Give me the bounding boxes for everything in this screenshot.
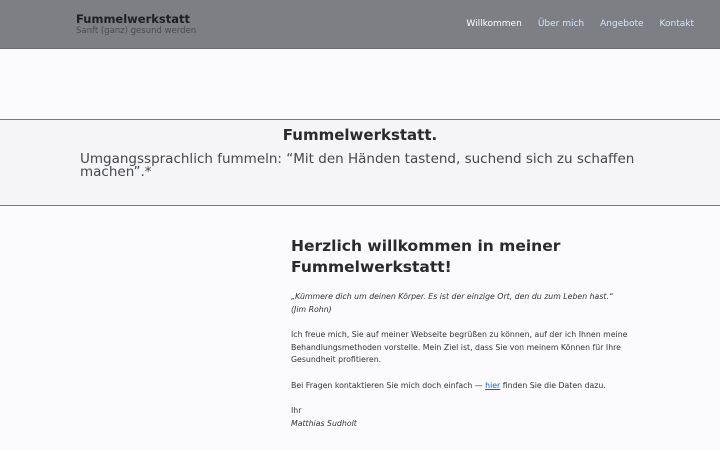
quote-text: „Kümmere dich um deinen Körper. Es ist d… xyxy=(291,292,613,301)
nav-item-ueber-mich[interactable]: Über mich xyxy=(538,19,584,29)
site-header: Fummelwerkstatt Sanft (ganz) gesund werd… xyxy=(0,0,720,49)
page-heading: Herzlich willkommen in meiner Fummelwerk… xyxy=(291,237,561,276)
quote: „Kümmere dich um deinen Körper. Es ist d… xyxy=(291,291,651,316)
contact-text-before: Bei Fragen kontaktieren Sie mich doch ei… xyxy=(291,380,486,390)
nav-item-angebote[interactable]: Angebote xyxy=(600,19,643,29)
quote-author: (Jim Rohn) xyxy=(291,304,332,314)
main-nav: Willkommen Über mich Angebote Kontakt xyxy=(466,19,694,29)
hero-title: Fummelwerkstatt. xyxy=(282,126,438,144)
signature-block: Ihr Matthias Sudholt xyxy=(291,405,651,430)
welcome-article: Herzlich willkommen in meiner Fummelwerk… xyxy=(291,236,651,431)
contact-link[interactable]: hier xyxy=(485,381,500,390)
intro-paragraph: Ich freue mich, Sie auf meiner Webseite … xyxy=(291,330,628,365)
contact-text-after: finden Sie die Daten dazu. xyxy=(500,380,606,390)
contact-paragraph: Bei Fragen kontaktieren Sie mich doch ei… xyxy=(291,380,651,393)
hero-definition: Umgangssprachlich fummeln: “Mit den Händ… xyxy=(80,151,635,180)
signature-name: Matthias Sudholt xyxy=(291,418,357,428)
nav-item-kontakt[interactable]: Kontakt xyxy=(660,19,694,29)
nav-item-willkommen[interactable]: Willkommen xyxy=(466,19,521,29)
hero-banner: Fummelwerkstatt. Umgangssprachlich fumme… xyxy=(0,119,720,206)
closing-text: Ihr xyxy=(291,406,302,416)
site-tagline: Sanft (ganz) gesund werden xyxy=(76,26,197,36)
site-title[interactable]: Fummelwerkstatt xyxy=(76,12,190,26)
